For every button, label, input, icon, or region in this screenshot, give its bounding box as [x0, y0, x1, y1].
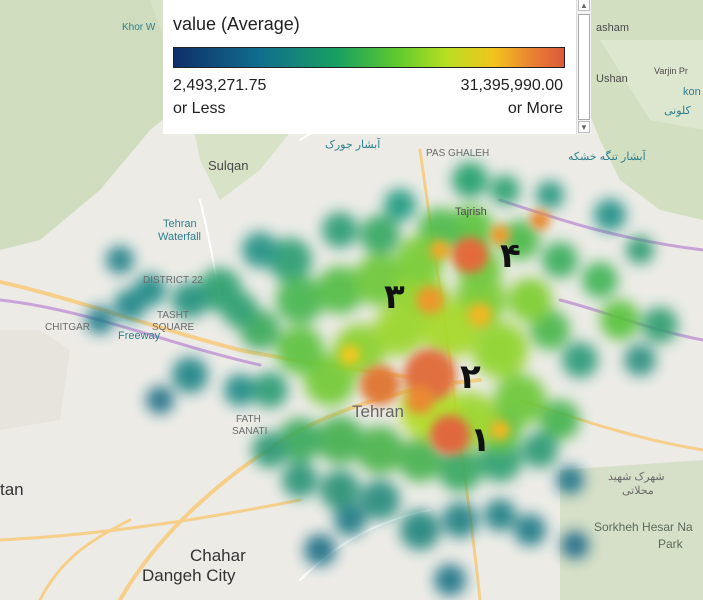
- heat-blob: [106, 246, 134, 274]
- heat-blob: [452, 162, 488, 198]
- heat-blob: [490, 175, 520, 205]
- heat-hotspot: [530, 210, 550, 230]
- heat-blob: [276, 326, 324, 374]
- place-shorkat: شهرک شهید: [608, 471, 665, 483]
- heat-blob: [626, 236, 654, 264]
- place-sorkheh-1: Sorkheh Hesar Na: [594, 520, 693, 534]
- place-dangeh: Dangeh City: [142, 566, 236, 585]
- heat-blob: [322, 212, 358, 248]
- heat-hotspot: [430, 415, 470, 455]
- place-chahar: Chahar: [190, 546, 246, 565]
- heat-hotspot: [452, 237, 488, 273]
- place-tan: tan: [0, 480, 24, 499]
- heat-blob: [242, 232, 278, 268]
- place-tajrish: Tajrish: [455, 206, 487, 218]
- heat-blob: [536, 181, 564, 209]
- place-sorkheh-2: Park: [658, 537, 683, 551]
- heat-blob: [276, 276, 324, 324]
- heat-blob: [582, 262, 618, 298]
- heat-hotspot: [416, 286, 444, 314]
- heat-blob: [594, 199, 626, 231]
- heat-blob: [356, 426, 404, 474]
- heat-blob: [484, 499, 516, 531]
- heat-blob: [542, 242, 578, 278]
- heat-blob: [224, 374, 256, 406]
- scroll-up-button[interactable]: ▲: [578, 0, 590, 11]
- heat-blob: [561, 531, 589, 559]
- scroll-down-button[interactable]: ▼: [578, 121, 590, 133]
- place-kon: kon: [683, 86, 701, 98]
- heat-blob: [522, 432, 558, 468]
- place-freeway: Freeway: [118, 330, 161, 342]
- place-asham: asham: [596, 22, 630, 34]
- marker-4: ۴: [500, 236, 521, 276]
- place-tehran-waterfall-1: Tehran: [163, 218, 197, 230]
- place-tarasht: TASHT: [157, 310, 190, 321]
- place-sanati: SANATI: [232, 426, 268, 437]
- heat-blob: [222, 292, 258, 328]
- heat-blob: [642, 307, 678, 343]
- place-fath: FATH: [236, 414, 261, 425]
- heat-blob: [282, 462, 318, 498]
- place-varjin: Varjin Pr: [654, 66, 688, 76]
- place-kolon: کلونی: [664, 105, 691, 117]
- marker-2: ۲: [460, 357, 481, 397]
- legend-color-bar: [173, 47, 565, 68]
- scroll-thumb[interactable]: [578, 14, 590, 120]
- heat-blob: [556, 466, 584, 494]
- place-ab-shar-jorak: آبشار جورک: [325, 139, 381, 151]
- heat-hotspot: [340, 345, 360, 365]
- place-pas-ghalen: PAS GHALEH: [426, 148, 490, 159]
- place-tehran-waterfall-2: Waterfall: [158, 231, 201, 243]
- place-ushan: Ushan: [596, 73, 628, 85]
- heat-blob: [252, 432, 288, 468]
- heat-blob: [442, 502, 478, 538]
- heat-blob: [252, 372, 288, 408]
- heat-blob: [600, 300, 640, 340]
- legend-title: value (Average): [173, 14, 300, 34]
- place-mahalati: محلاتی: [622, 485, 654, 497]
- heat-hotspot: [406, 386, 434, 414]
- place-tehran: Tehran: [352, 402, 404, 421]
- heat-blob: [304, 534, 336, 566]
- heat-hotspot: [360, 365, 400, 405]
- marker-1: ۱: [470, 420, 491, 460]
- heat-blob: [624, 344, 656, 376]
- legend-max-value: 31,395,990.00: [460, 77, 563, 94]
- heat-blob: [146, 386, 174, 414]
- place-sulqan: Sulqan: [208, 158, 249, 173]
- place-district22: DISTRICT 22: [143, 275, 203, 286]
- heat-hotspot: [490, 420, 510, 440]
- heat-blob: [172, 357, 208, 393]
- heat-hotspot: [430, 240, 450, 260]
- heat-blob: [360, 480, 400, 520]
- heat-blob: [360, 215, 400, 255]
- heat-blob: [316, 416, 364, 464]
- heat-blob: [334, 504, 366, 536]
- heat-blob: [86, 306, 114, 334]
- place-ab-shar-tange: آبشار تنگه خشکه: [568, 151, 646, 163]
- heat-blob: [320, 470, 360, 510]
- heat-blob: [384, 189, 416, 221]
- heat-blob: [508, 278, 552, 322]
- heat-hotspot: [468, 303, 492, 327]
- legend-max-caption: or More: [507, 100, 563, 117]
- heat-blob: [114, 289, 146, 321]
- marker-3: ۳: [384, 277, 405, 317]
- heat-blob: [434, 564, 466, 596]
- place-chitgar: CHITGAR: [45, 322, 90, 333]
- legend-min-caption: or Less: [173, 100, 226, 117]
- legend-min-value: 2,493,271.75: [173, 77, 267, 94]
- heat-blob: [562, 342, 598, 378]
- heat-blob: [400, 510, 440, 550]
- heat-blob: [514, 514, 546, 546]
- place-khor: Khor W: [122, 22, 156, 33]
- legend-scrollbar[interactable]: ▲ ▼: [576, 0, 591, 134]
- legend-panel: value (Average) 2,493,271.75 or Less 31,…: [163, 0, 591, 134]
